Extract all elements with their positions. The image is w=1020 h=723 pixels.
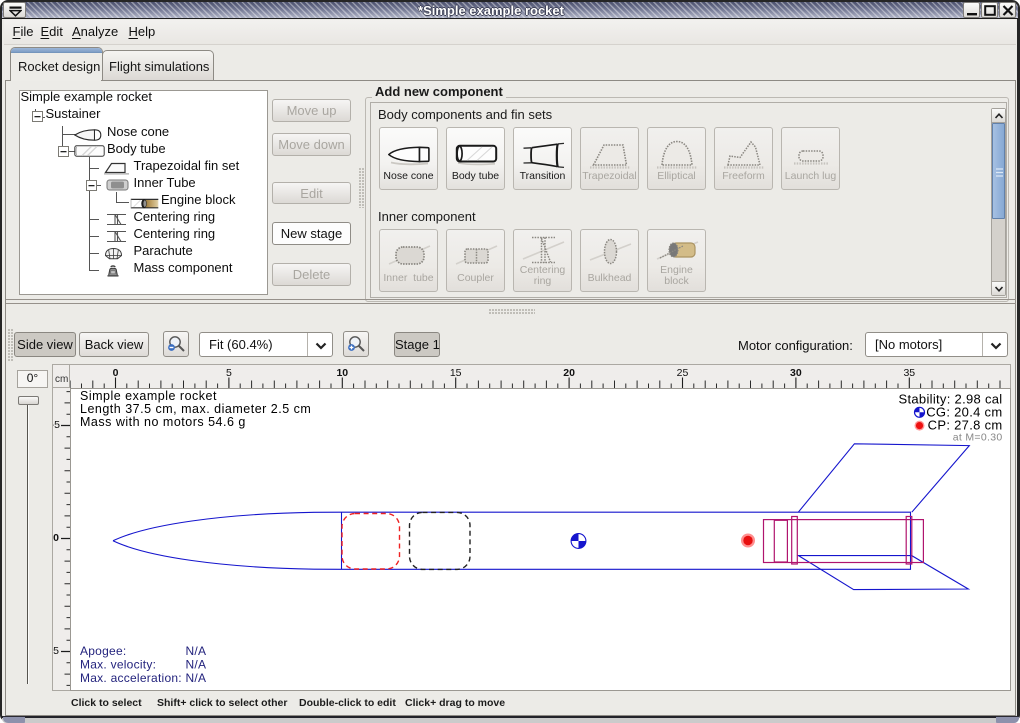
svg-text:N/A: N/A xyxy=(186,644,207,658)
svg-text:Apogee:: Apogee: xyxy=(80,644,126,658)
svg-text:10: 10 xyxy=(336,367,348,379)
svg-text:20: 20 xyxy=(563,367,575,379)
svg-text:30: 30 xyxy=(790,367,802,379)
svg-text:Simple example rocket: Simple example rocket xyxy=(80,389,217,403)
svg-text:N/A: N/A xyxy=(186,671,207,685)
svg-text:at M=0.30: at M=0.30 xyxy=(953,432,1003,444)
svg-text:0: 0 xyxy=(53,532,59,544)
svg-text:CP: 27.8 cm: CP: 27.8 cm xyxy=(928,418,1003,433)
svg-text:25: 25 xyxy=(677,367,689,379)
svg-text:Max. acceleration:: Max. acceleration: xyxy=(80,671,182,685)
svg-text:Length 37.5 cm, max. diameter: Length 37.5 cm, max. diameter 2.5 cm xyxy=(80,402,311,416)
svg-text:0: 0 xyxy=(113,367,119,379)
svg-text:Mass with no motors 54.6 g: Mass with no motors 54.6 g xyxy=(80,415,246,429)
svg-text:Max. velocity:: Max. velocity: xyxy=(80,658,156,672)
svg-text:15: 15 xyxy=(450,367,462,379)
svg-text:35: 35 xyxy=(903,367,915,379)
svg-text:5: 5 xyxy=(226,367,232,379)
svg-text:N/A: N/A xyxy=(186,658,207,672)
svg-text:-5: -5 xyxy=(53,419,60,431)
svg-text:5: 5 xyxy=(53,645,59,657)
